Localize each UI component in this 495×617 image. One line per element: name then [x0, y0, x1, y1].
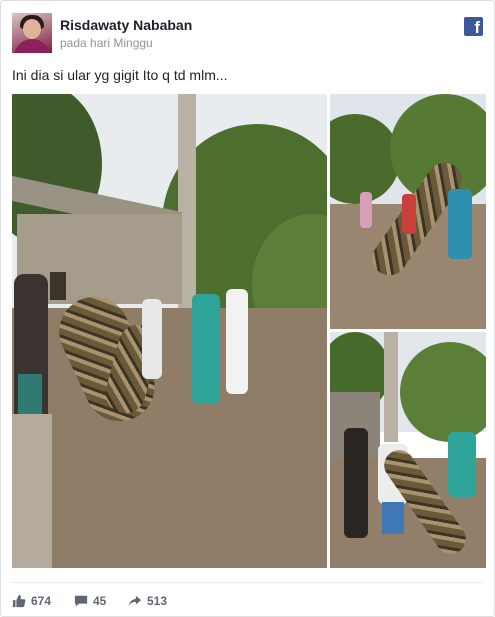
post-photo-main[interactable]: [12, 94, 327, 568]
post-card: Risdawaty Nababan pada hari Minggu f Ini…: [0, 0, 495, 617]
share-arrow-icon: [128, 595, 142, 607]
like-button[interactable]: 674: [12, 592, 51, 610]
child-red-shirt: [402, 194, 416, 234]
person-blue-shorts: [382, 502, 404, 534]
dirt-ground: [12, 308, 327, 568]
thumbs-up-icon: [12, 594, 26, 608]
post-timestamp[interactable]: pada hari Minggu: [60, 36, 153, 50]
post-text: Ini dia si ular yg gigit Ito q td mlm...: [12, 67, 228, 83]
person-blue-shorts: [448, 189, 472, 259]
author-name[interactable]: Risdawaty Nababan: [60, 17, 192, 33]
avatar-face: [23, 19, 41, 39]
person-teal-shirt: [192, 294, 220, 404]
person-white-tank: [226, 289, 248, 394]
like-count: 674: [31, 594, 52, 608]
tree-trunk: [384, 332, 398, 442]
person-white-shirt: [142, 299, 162, 379]
footer-divider: [12, 582, 483, 583]
stone-wall: [12, 414, 52, 568]
avatar-shirt: [14, 39, 50, 53]
person-teal-shirt: [448, 432, 476, 497]
post-photo-top-right[interactable]: [330, 94, 486, 329]
share-button[interactable]: 513: [128, 592, 167, 610]
post-photo-bottom-right[interactable]: [330, 332, 486, 568]
avatar[interactable]: [12, 13, 52, 53]
share-count: 513: [147, 594, 168, 608]
facebook-icon[interactable]: f: [464, 17, 483, 36]
comment-button[interactable]: 45: [74, 592, 106, 610]
comment-count: 45: [93, 594, 107, 608]
person-dark: [344, 428, 368, 538]
comment-bubble-icon: [74, 595, 88, 607]
child-pink: [360, 192, 372, 228]
house-door: [50, 272, 66, 300]
